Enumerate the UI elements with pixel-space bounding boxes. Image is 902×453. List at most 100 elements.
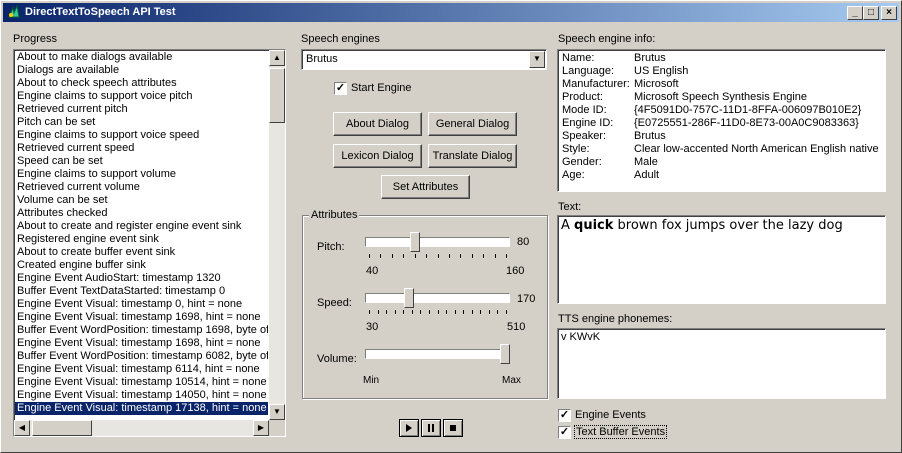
stop-button[interactable]	[443, 419, 463, 437]
volume-max: Max	[502, 375, 521, 386]
pitch-slider[interactable]	[365, 237, 510, 247]
list-item[interactable]: Retrieved current pitch	[15, 103, 268, 116]
speed-slider-thumb[interactable]	[404, 288, 414, 308]
list-item[interactable]: Registered engine event sink	[15, 233, 268, 246]
tick-mark	[415, 254, 416, 258]
list-item[interactable]: Pitch can be set	[15, 116, 268, 129]
list-item[interactable]: Engine Event Visual: timestamp 0, hint =…	[15, 298, 268, 311]
tick-mark	[403, 254, 404, 258]
list-item[interactable]: Engine Event AudioStart: timestamp 1320	[15, 272, 268, 285]
progress-vscrollbar[interactable]: ▲ ▼	[269, 50, 285, 420]
title-bar[interactable]: DirectTextToSpeech API Test _ □ ×	[3, 3, 899, 22]
list-item[interactable]: Engine Event Visual: timestamp 14050, hi…	[15, 389, 268, 402]
list-item[interactable]: Engine claims to support voice speed	[15, 129, 268, 142]
list-item[interactable]: Retrieved current speed	[15, 142, 268, 155]
tick-mark	[429, 310, 430, 314]
engine-info-label: Speech engine info:	[558, 33, 656, 45]
volume-slider-thumb[interactable]	[500, 344, 510, 364]
start-engine-label: Start Engine	[351, 82, 412, 94]
list-item[interactable]: Dialogs are available	[15, 64, 268, 77]
engine-info-row: Gender: Male	[562, 156, 879, 169]
text-before: A	[561, 218, 575, 233]
pitch-label: Pitch:	[317, 241, 345, 253]
list-item[interactable]: Created engine buffer sink	[15, 259, 268, 272]
speed-value: 170	[517, 293, 536, 305]
speed-label: Speed:	[317, 297, 352, 309]
text-input[interactable]: A quick brown fox jumps over the lazy do…	[557, 215, 886, 304]
translate-dialog-button[interactable]: Translate Dialog	[428, 144, 517, 168]
list-item[interactable]: Buffer Event TextDataStarted: timestamp …	[15, 285, 268, 298]
volume-label: Volume:	[317, 353, 357, 365]
play-button[interactable]	[399, 419, 419, 437]
pause-button[interactable]	[421, 419, 441, 437]
engine-info-value: Adult	[634, 169, 660, 181]
list-item[interactable]: Retrieved current volume	[15, 181, 268, 194]
scroll-corner	[269, 420, 285, 436]
tick-mark	[497, 310, 498, 314]
tick-mark	[506, 310, 507, 314]
progress-hscrollbar[interactable]: ◀ ▶	[14, 420, 269, 436]
phonemes-box[interactable]: v KWvK	[557, 328, 886, 399]
list-item[interactable]: Engine Event Visual: timestamp 6114, hin…	[15, 363, 268, 376]
list-item[interactable]: Buffer Event WordPosition: timestamp 608…	[15, 350, 268, 363]
volume-slider[interactable]	[365, 349, 510, 359]
minimize-button[interactable]: _	[847, 6, 863, 20]
engine-info-value: Brutus	[634, 52, 666, 64]
phonemes-label: TTS engine phonemes:	[558, 313, 673, 325]
check-icon: ✓	[335, 82, 346, 94]
engine-info-row: Language: US English	[562, 65, 879, 78]
dropdown-button[interactable]: ▼	[529, 51, 545, 68]
set-attributes-button[interactable]: Set Attributes	[381, 175, 470, 199]
list-item[interactable]: Engine Event Visual: timestamp 1698, hin…	[15, 311, 268, 324]
about-dialog-button[interactable]: About Dialog	[333, 112, 422, 136]
engine-info-value: {4F5091D0-757C-11D1-8FFA-006097B010E2}	[634, 104, 862, 116]
scroll-thumb[interactable]	[269, 68, 285, 123]
speech-engine-select[interactable]: Brutus ▼	[301, 49, 547, 70]
tick-mark	[380, 254, 381, 258]
text-highlight-word: quick	[574, 218, 614, 233]
arrow-up-icon: ▲	[273, 53, 281, 62]
list-item[interactable]: Buffer Event WordPosition: timestamp 169…	[15, 324, 268, 337]
tick-mark	[403, 310, 404, 314]
text-buffer-events-checkbox[interactable]: ✓	[558, 426, 571, 439]
list-item[interactable]: Attributes checked	[15, 207, 268, 220]
tick-mark	[438, 310, 439, 314]
pause-icon	[428, 424, 434, 432]
tick-mark	[392, 254, 393, 258]
list-item[interactable]: Volume can be set	[15, 194, 268, 207]
close-button[interactable]: ×	[881, 6, 897, 20]
list-item[interactable]: Engine Event Visual: timestamp 1698, hin…	[15, 337, 268, 350]
scroll-right-button[interactable]: ▶	[253, 420, 269, 436]
tick-mark	[412, 310, 413, 314]
close-icon: ×	[886, 7, 892, 18]
list-item[interactable]: About to create buffer event sink	[15, 246, 268, 259]
list-item[interactable]: About to make dialogs available	[15, 51, 268, 64]
engine-info-row: Name: Brutus	[562, 52, 879, 65]
maximize-button[interactable]: □	[863, 6, 879, 20]
scroll-left-button[interactable]: ◀	[14, 420, 30, 436]
scroll-down-button[interactable]: ▼	[269, 404, 285, 420]
engine-info-key: Manufacturer:	[562, 78, 630, 90]
lexicon-dialog-button[interactable]: Lexicon Dialog	[333, 144, 422, 168]
list-item[interactable]: Engine claims to support voice pitch	[15, 90, 268, 103]
chevron-down-icon: ▼	[533, 54, 541, 63]
list-item[interactable]: About to create and register engine even…	[15, 220, 268, 233]
general-dialog-button[interactable]: General Dialog	[428, 112, 517, 136]
text-content: A quick brown fox jumps over the lazy do…	[561, 218, 843, 233]
engine-info-value: Microsoft	[634, 78, 679, 90]
hscroll-thumb[interactable]	[32, 420, 92, 436]
engine-info-rows: Name: Brutus Language: US English Manufactur…	[562, 52, 879, 182]
list-item[interactable]: Engine Event Visual: timestamp 10514, hi…	[15, 376, 268, 389]
speed-slider[interactable]	[365, 293, 510, 303]
list-item[interactable]: Engine claims to support volume	[15, 168, 268, 181]
scroll-up-button[interactable]: ▲	[269, 50, 285, 66]
pitch-slider-thumb[interactable]	[410, 232, 420, 252]
list-item[interactable]: Engine Event Visual: timestamp 17138, hi…	[15, 402, 268, 415]
start-engine-checkbox[interactable]: ✓	[334, 82, 347, 95]
list-item[interactable]: Speed can be set	[15, 155, 268, 168]
engine-info-row: Mode ID: {4F5091D0-757C-11D1-8FFA-006097B…	[562, 104, 879, 117]
list-item[interactable]: About to check speech attributes	[15, 77, 268, 90]
minimize-icon: _	[852, 7, 858, 18]
engine-events-checkbox[interactable]: ✓	[558, 409, 571, 422]
progress-list[interactable]: About to make dialogs available Dialogs a…	[13, 49, 286, 437]
